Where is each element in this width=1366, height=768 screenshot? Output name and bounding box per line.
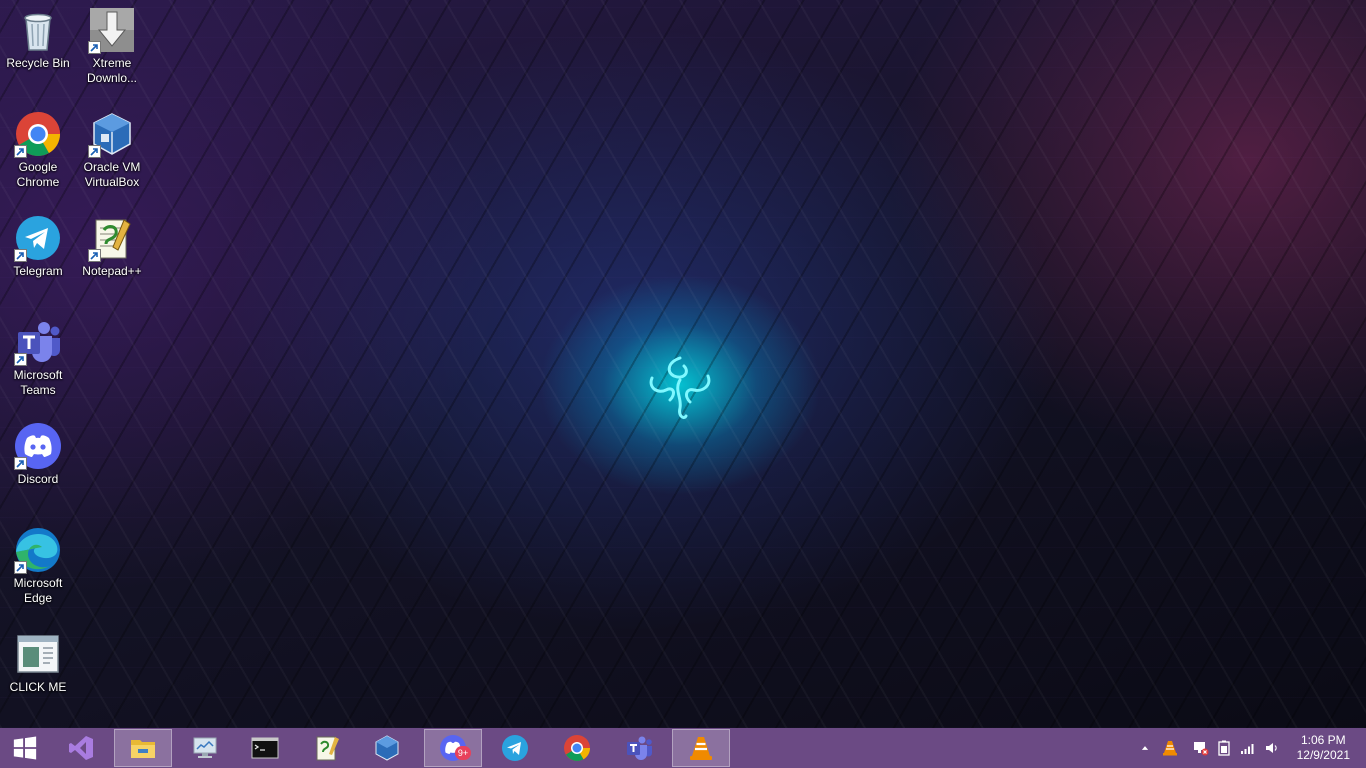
taskbar-visual-studio[interactable] <box>52 728 110 768</box>
taskbar-virtualbox[interactable] <box>358 728 416 768</box>
shortcut-arrow-icon <box>88 249 101 262</box>
tray-vlc[interactable] <box>1160 728 1180 768</box>
tray-battery[interactable] <box>1214 728 1234 768</box>
chevron-up-icon <box>1141 746 1149 750</box>
desktop-icon-xtreme[interactable]: Xtreme Downlo... <box>74 6 150 86</box>
visual-studio-icon <box>69 736 93 760</box>
desktop-icon-recycle-bin[interactable]: Recycle Bin <box>0 6 76 71</box>
desktop-icon-telegram[interactable]: Telegram <box>0 214 76 279</box>
shortcut-arrow-icon <box>88 41 101 54</box>
signal-icon <box>1241 744 1254 754</box>
desktop-icon-click-me[interactable]: CLICK ME <box>0 630 76 695</box>
shortcut-arrow-icon <box>14 561 27 574</box>
taskbar-control-panel[interactable] <box>176 728 234 768</box>
desktop-icon-label: Telegram <box>13 264 63 278</box>
desktop-icon-notepadpp[interactable]: Notepad++ <box>74 214 150 279</box>
windows-logo-icon <box>13 736 37 760</box>
desktop-icon-label: Google Chrome <box>16 160 60 189</box>
desktop-icon-label: Oracle VM VirtualBox <box>83 160 141 189</box>
taskbar-telegram[interactable] <box>486 728 544 768</box>
shortcut-arrow-icon <box>14 145 27 158</box>
taskbar-notepadpp[interactable] <box>298 728 356 768</box>
notepadpp-icon <box>316 736 339 761</box>
desktop-icon-label: Recycle Bin <box>6 56 70 70</box>
shortcut-arrow-icon <box>14 457 27 470</box>
clock-time: 1:06 PM <box>1300 733 1346 747</box>
taskbar-discord[interactable]: 9+ <box>424 729 482 767</box>
desktop-icon-label: Notepad++ <box>82 264 142 278</box>
virtualbox-icon <box>375 735 399 761</box>
folder-icon <box>131 740 155 758</box>
razer-logo-icon <box>649 356 711 420</box>
telegram-icon <box>502 735 528 761</box>
clock-date: 12/9/2021 <box>1296 748 1350 762</box>
desktop-icon-label: CLICK ME <box>9 680 67 694</box>
start-button[interactable] <box>0 728 50 768</box>
monitor-icon <box>193 737 217 758</box>
vlc-tray-icon <box>1163 741 1177 756</box>
tray-network[interactable] <box>1190 728 1212 768</box>
recycle-bin-icon <box>24 13 52 51</box>
terminal-icon <box>251 737 279 759</box>
teams-icon <box>627 736 652 760</box>
desktop-icon-label: Xtreme Downlo... <box>86 56 138 85</box>
chrome-icon <box>564 735 591 761</box>
battery-icon <box>1218 740 1230 756</box>
taskbar-teams[interactable] <box>610 728 668 768</box>
desktop-icon-edge[interactable]: Microsoft Edge <box>0 526 76 606</box>
taskbar-file-explorer[interactable] <box>114 729 172 767</box>
volume-icon <box>1266 743 1277 753</box>
desktop-icon-teams[interactable]: Microsoft Teams <box>0 318 76 398</box>
shortcut-arrow-icon <box>14 249 27 262</box>
network-x-icon <box>1194 742 1209 756</box>
taskbar: 9+ 1:06 PM 12/9/2021 <box>0 728 1366 768</box>
desktop-icon-label: Microsoft Teams <box>13 368 63 397</box>
shortcut-arrow-icon <box>88 145 101 158</box>
desktop-icon-chrome[interactable]: Google Chrome <box>0 110 76 190</box>
taskbar-chrome[interactable] <box>548 728 606 768</box>
taskbar-vlc[interactable] <box>672 729 730 767</box>
vlc-icon <box>690 737 712 760</box>
web-page-icon <box>17 635 59 673</box>
tray-volume[interactable] <box>1262 728 1282 768</box>
clock[interactable]: 1:06 PM 12/9/2021 <box>1297 733 1350 763</box>
tray-signal[interactable] <box>1238 728 1258 768</box>
taskbar-command-prompt[interactable] <box>236 728 294 768</box>
desktop-icon-virtualbox[interactable]: Oracle VM VirtualBox <box>74 110 150 190</box>
notification-badge: 9+ <box>455 746 471 760</box>
desktop-icon-label: Discord <box>17 472 59 486</box>
desktop-icon-label: Microsoft Edge <box>13 576 63 605</box>
shortcut-arrow-icon <box>14 353 27 366</box>
desktop-icon-discord[interactable]: Discord <box>0 422 76 487</box>
show-hidden-icons-button[interactable] <box>1138 728 1152 768</box>
